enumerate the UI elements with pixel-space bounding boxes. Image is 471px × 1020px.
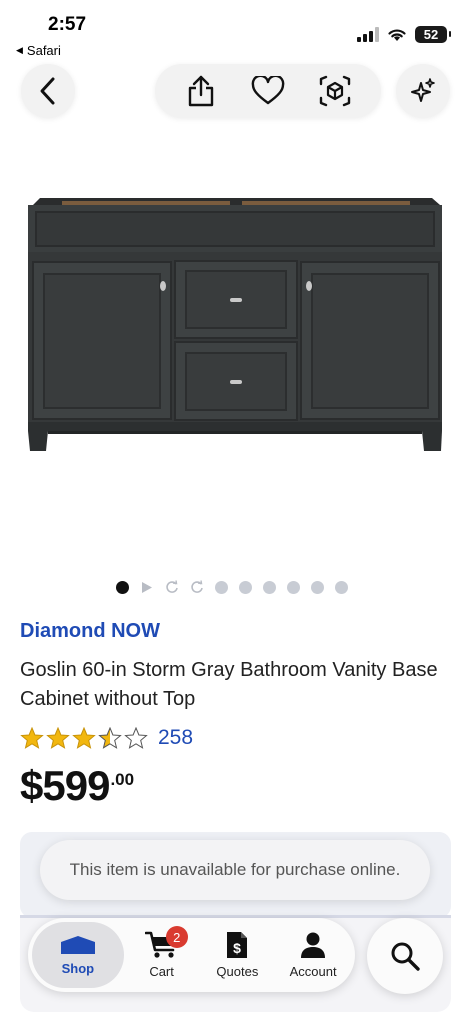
bathroom-vanity-cabinet-image[interactable] [0, 150, 471, 570]
price-dollars: $599 [20, 762, 110, 809]
carousel-dot-active[interactable] [116, 580, 129, 594]
rating-summary[interactable]: 258 [20, 726, 193, 750]
signal-icon [357, 27, 379, 42]
back-to-safari-link[interactable]: ◀ Safari [16, 43, 61, 58]
nav-cart-label: Cart [149, 964, 174, 979]
rotate-icon [191, 580, 203, 593]
product-title: Goslin 60-in Storm Gray Bathroom Vanity … [20, 659, 438, 710]
carousel-dot[interactable] [263, 580, 276, 594]
store-icon [60, 936, 95, 954]
review-count[interactable]: 258 [158, 726, 193, 750]
star-empty-icon [124, 726, 148, 749]
carousel-dot[interactable] [215, 580, 228, 594]
view-in-room-button[interactable] [315, 71, 355, 111]
star-full-icon [46, 726, 70, 749]
product-actions-group [155, 64, 381, 118]
carousel-360-indicator[interactable] [165, 580, 179, 594]
bottom-navigation: Shop Cart 2 $ Quotes Account [28, 918, 355, 992]
back-app-label: Safari [26, 43, 61, 58]
share-icon [188, 75, 213, 107]
nav-quotes-label: Quotes [216, 964, 259, 979]
status-time: 2:57 [48, 14, 87, 35]
heart-icon [251, 76, 285, 105]
back-button[interactable] [21, 64, 75, 118]
carousel-dot[interactable] [239, 580, 252, 594]
unavailable-toast: This item is unavailable for purchase on… [40, 840, 430, 900]
share-button[interactable] [181, 71, 221, 111]
cart-count-badge: 2 [165, 926, 188, 948]
star-full-icon [20, 726, 44, 749]
favorite-button[interactable] [248, 71, 288, 111]
quote-document-icon: $ [227, 932, 248, 958]
carousel-dot[interactable] [335, 580, 348, 594]
status-icons: 52 [357, 26, 451, 43]
carousel-dot[interactable] [311, 580, 324, 594]
svg-text:$: $ [233, 940, 241, 956]
rotate-icon [166, 580, 178, 593]
chevron-left-icon [40, 77, 55, 105]
nav-account[interactable]: Account [275, 922, 351, 988]
battery-icon: 52 [415, 26, 451, 43]
person-icon [301, 932, 326, 958]
nav-shop-label: Shop [61, 961, 95, 976]
sparkles-icon [411, 78, 435, 102]
brand-link[interactable]: Diamond NOW [20, 620, 160, 643]
nav-quotes[interactable]: $ Quotes [199, 922, 275, 988]
unavailable-message: This item is unavailable for purchase on… [69, 860, 401, 879]
carousel-dot[interactable] [287, 580, 300, 594]
ar-cube-icon [320, 75, 351, 107]
price: $599 .00 [20, 762, 134, 810]
nav-cart[interactable]: Cart 2 [124, 922, 200, 988]
carousel-video-indicator[interactable] [140, 580, 154, 594]
play-icon [142, 581, 152, 593]
carousel-360-indicator[interactable] [190, 580, 204, 594]
ai-assistant-button[interactable] [396, 64, 450, 118]
back-triangle-icon: ◀ [16, 45, 23, 55]
price-cents: .00 [110, 770, 135, 789]
nav-account-label: Account [289, 964, 337, 979]
search-button[interactable] [367, 918, 443, 994]
search-icon [391, 942, 420, 971]
nav-shop[interactable]: Shop [32, 922, 124, 988]
image-carousel-indicators [116, 580, 348, 594]
battery-level: 52 [423, 27, 439, 42]
star-half-icon [98, 726, 122, 749]
star-full-icon [72, 726, 96, 749]
wifi-icon [388, 29, 406, 41]
